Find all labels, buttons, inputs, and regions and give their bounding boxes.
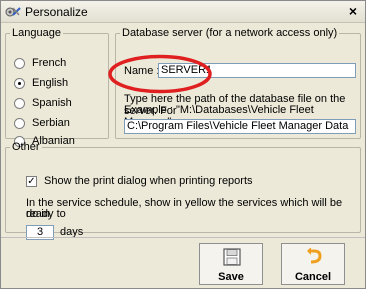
cancel-label: Cancel [294,271,332,283]
radio-option-spanish[interactable]: Spanish [14,96,72,110]
close-button[interactable]: × [345,4,361,19]
radio-label: Spanish [32,97,72,109]
other-group: Other ✓ Show the print dialog when print… [5,141,361,240]
radio-serbian-icon[interactable] [14,117,25,129]
floppy-disk-icon [223,248,241,266]
language-legend: Language [12,27,61,39]
other-legend: Other [12,141,40,153]
schedule-text-line2: do in [26,208,50,220]
radio-french-icon[interactable] [14,57,25,69]
radio-option-serbian[interactable]: Serbian [14,116,70,130]
database-group: Database server (for a network access on… [115,27,361,139]
cancel-button[interactable]: Cancel [281,243,345,285]
radio-label: Serbian [32,117,70,129]
name-label: Name : [124,65,160,77]
save-button[interactable]: Save [199,243,263,285]
language-group: Language French English Spanish Serbian … [5,27,109,147]
print-dialog-checkbox[interactable]: ✓ [26,176,37,187]
server-name-input[interactable]: SERVER1 [158,63,356,78]
database-path-input[interactable]: C:\Program Files\Vehicle Fleet Manager D… [124,119,356,134]
window-title: Personalize [25,5,88,19]
database-legend: Database server (for a network access on… [122,27,338,39]
radio-option-french[interactable]: French [14,56,66,70]
radio-spanish-icon[interactable] [14,97,25,109]
undo-arrow-icon [307,248,322,264]
settings-icon [5,7,21,17]
button-bar-divider [1,237,365,238]
title-bar[interactable]: Personalize × [1,1,365,23]
radio-english-icon[interactable] [14,77,25,89]
save-label: Save [218,271,244,283]
radio-option-english[interactable]: English [14,76,68,90]
personalize-dialog: Personalize × Language French English Sp… [0,0,366,289]
radio-label: English [32,77,69,89]
print-dialog-label: Show the print dialog when printing repo… [44,175,253,187]
radio-label: French [32,57,67,69]
